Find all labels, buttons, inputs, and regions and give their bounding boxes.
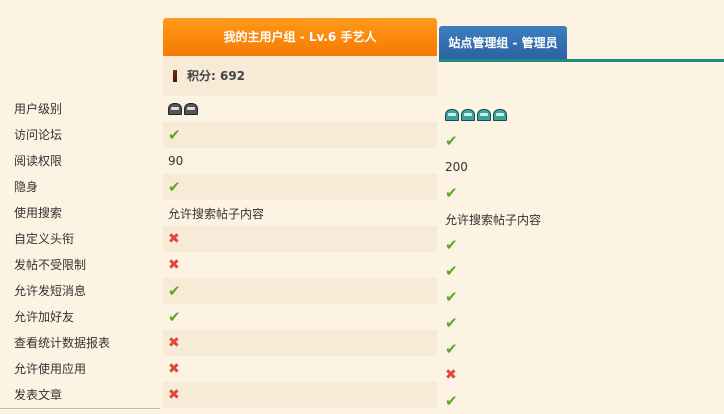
group2-row-send-pm: ✔ [439,284,724,310]
search-value: 允许搜索帖子内容 [445,212,542,227]
group2-row-read: 200 [439,154,724,180]
group1-row-level [163,96,437,122]
group1-row-add-friend: ✔ [163,304,437,330]
label-view-stats: 查看统计数据报表 [14,336,111,350]
read-permission-value: 90 [168,154,184,168]
group1-score: 积分: 692 [163,56,437,96]
level-helmet-icon [168,103,182,115]
level-helmet-icon [477,109,491,121]
score-text: 积分: 692 [187,69,246,83]
read-permission-value: 200 [445,160,468,174]
score-icon [173,70,177,82]
check-icon: ✔ [445,235,458,254]
check-icon: ✔ [168,307,181,326]
group2-row-post-article: ✔ [439,388,724,414]
cross-icon: ✖ [168,335,180,351]
group1-row-invisible: ✔ [163,174,437,200]
group1-row-search: 允许搜索帖子内容 [163,200,437,226]
cross-icon: ✖ [445,367,457,383]
check-icon: ✔ [445,313,458,332]
label-invisible: 隐身 [14,180,39,194]
group1-row-use-apps: ✖ [163,356,437,382]
group1-header[interactable]: 我的主用户组 - Lv.6 手艺人 [163,18,437,56]
cross-icon: ✖ [168,387,180,403]
level-icons [168,103,198,115]
level-helmet-icon [461,109,475,121]
level-helmet-icon [493,109,507,121]
check-icon: ✔ [168,125,181,144]
label-send-pm: 允许发短消息 [14,284,87,298]
check-icon: ✔ [168,281,181,300]
group2-row-access: ✔ [439,128,724,154]
cross-icon: ✖ [168,231,180,247]
label-use-apps: 允许使用应用 [14,362,87,376]
group1-row-post-article: ✖ [163,382,437,408]
group2-row-invisible: ✔ [439,180,724,206]
level-icons [445,109,507,121]
label-custom-title: 自定义头衔 [14,232,75,246]
label-post-unlimited: 发帖不受限制 [14,258,87,272]
group1-row-post-unlimited: ✖ [163,252,437,278]
group1-row-access: ✔ [163,122,437,148]
group2-column: 站点管理组 - 管理员 ✔ 200 ✔ 允许搜索帖子内容 ✔ ✔ ✔ ✔ ✔ ✖… [439,26,724,414]
cross-icon: ✖ [168,257,180,273]
cross-icon: ✖ [168,361,180,377]
group2-row-search: 允许搜索帖子内容 [439,206,724,232]
group2-header-tab[interactable]: 站点管理组 - 管理员 [439,26,567,60]
check-icon: ✔ [168,177,181,196]
level-helmet-icon [445,109,459,121]
label-post-article: 发表文章 [14,388,63,402]
group2-row-use-apps: ✖ [439,362,724,388]
label-use-search: 使用搜索 [14,206,63,220]
group1-column: 我的主用户组 - Lv.6 手艺人 积分: 692 ✔ 90 ✔ 允许搜索帖子内… [163,18,437,408]
group1-row-view-stats: ✖ [163,330,437,356]
group2-row-view-stats: ✔ [439,336,724,362]
group1-row-send-pm: ✔ [163,278,437,304]
check-icon: ✔ [445,287,458,306]
level-helmet-icon [184,103,198,115]
group2-row-add-friend: ✔ [439,310,724,336]
check-icon: ✔ [445,391,458,410]
permission-labels: 用户级别 访问论坛 阅读权限 隐身 使用搜索 自定义头衔 发帖不受限制 允许发短… [0,96,160,408]
check-icon: ✔ [445,131,458,150]
group2-header-line [439,59,724,62]
check-icon: ✔ [445,261,458,280]
search-value: 允许搜索帖子内容 [168,206,265,221]
group1-row-custom-title: ✖ [163,226,437,252]
divider [0,408,160,409]
group1-row-read: 90 [163,148,437,174]
group2-row-level [439,102,724,128]
check-icon: ✔ [445,339,458,358]
group2-row-post-unlimited: ✔ [439,258,724,284]
label-add-friend: 允许加好友 [14,310,75,324]
label-access-forum: 访问论坛 [14,128,63,142]
label-read-permission: 阅读权限 [14,154,63,168]
check-icon: ✔ [445,183,458,202]
label-user-level: 用户级别 [14,102,63,116]
group2-row-custom-title: ✔ [439,232,724,258]
